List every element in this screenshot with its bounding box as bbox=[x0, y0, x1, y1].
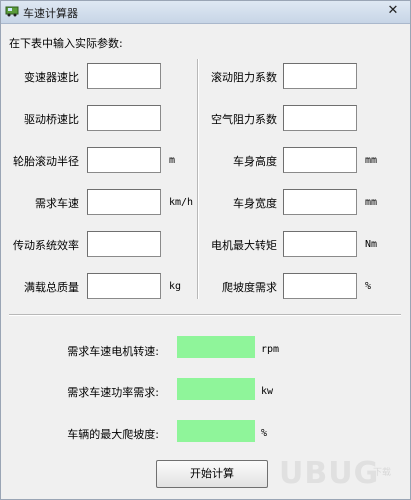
label-motor-speed-result: 需求车速电机转速: bbox=[67, 345, 159, 358]
label-motor-max-torque: 电机最大转矩 bbox=[211, 239, 277, 252]
title-bar[interactable]: 车速计算器 ✕ bbox=[1, 1, 410, 24]
input-body-height[interactable] bbox=[283, 147, 357, 173]
input-required-speed[interactable] bbox=[87, 189, 161, 215]
unit-gross-mass: kg bbox=[169, 281, 182, 292]
label-max-grade-result: 车辆的最大爬坡度: bbox=[67, 428, 159, 441]
label-tire-radius: 轮胎滚动半径 bbox=[13, 155, 79, 168]
input-body-width[interactable] bbox=[283, 189, 357, 215]
unit-power-result: kw bbox=[261, 386, 274, 397]
input-axle-ratio[interactable] bbox=[87, 105, 161, 131]
label-gross-mass: 满载总质量 bbox=[24, 281, 79, 294]
result-max-grade bbox=[177, 420, 255, 442]
label-rolling-resistance: 滚动阻力系数 bbox=[211, 71, 277, 84]
watermark-sub: 下载 bbox=[373, 468, 392, 478]
input-motor-max-torque[interactable] bbox=[283, 231, 357, 257]
unit-tire-radius: m bbox=[169, 155, 176, 166]
input-air-resistance[interactable] bbox=[283, 105, 357, 131]
result-motor-speed bbox=[177, 336, 255, 358]
label-required-speed: 需求车速 bbox=[35, 197, 79, 210]
input-drivetrain-efficiency[interactable] bbox=[87, 231, 161, 257]
unit-body-width: mm bbox=[365, 197, 378, 208]
app-car-icon bbox=[5, 5, 19, 17]
label-power-result: 需求车速功率需求: bbox=[67, 386, 159, 399]
close-icon[interactable]: ✕ bbox=[382, 2, 404, 20]
label-axle-ratio: 驱动桥速比 bbox=[24, 113, 79, 126]
unit-grade-requirement: % bbox=[365, 281, 372, 292]
label-body-height: 车身高度 bbox=[233, 155, 277, 168]
label-air-resistance: 空气阻力系数 bbox=[211, 113, 277, 126]
column-divider bbox=[197, 59, 199, 299]
label-drivetrain-efficiency: 传动系统效率 bbox=[13, 239, 79, 252]
label-grade-requirement: 爬坡度需求 bbox=[222, 281, 277, 294]
window-title: 车速计算器 bbox=[23, 7, 78, 20]
input-gross-mass[interactable] bbox=[87, 273, 161, 299]
unit-motor-max-torque: Nm bbox=[365, 239, 378, 250]
unit-body-height: mm bbox=[365, 155, 378, 166]
calculator-window: 车速计算器 ✕ 在下表中输入实际参数: 变速器速比 驱动桥速比 轮胎滚动半径 m… bbox=[0, 0, 411, 500]
input-rolling-resistance[interactable] bbox=[283, 63, 357, 89]
start-calculation-button[interactable]: 开始计算 bbox=[156, 460, 268, 488]
unit-motor-speed-result: rpm bbox=[261, 344, 280, 355]
section-separator bbox=[9, 314, 401, 316]
input-grade-requirement[interactable] bbox=[283, 273, 357, 299]
input-gear-ratio[interactable] bbox=[87, 63, 161, 89]
result-power bbox=[177, 378, 255, 400]
label-gear-ratio: 变速器速比 bbox=[24, 71, 79, 84]
unit-required-speed: km/h bbox=[169, 197, 194, 208]
unit-max-grade-result: % bbox=[261, 428, 268, 439]
intro-text: 在下表中输入实际参数: bbox=[9, 37, 123, 50]
input-tire-radius[interactable] bbox=[87, 147, 161, 173]
label-body-width: 车身宽度 bbox=[233, 197, 277, 210]
